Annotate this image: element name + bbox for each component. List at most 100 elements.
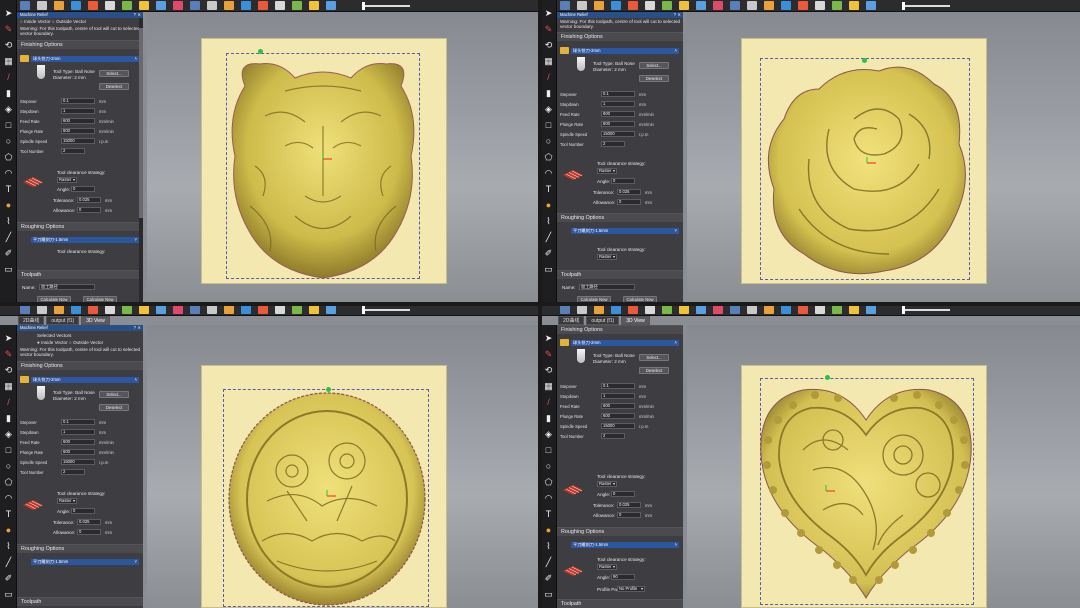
stepdown-input[interactable]: 1 xyxy=(601,393,635,399)
rectangle-icon[interactable]: □ xyxy=(3,120,14,131)
box-icon[interactable] xyxy=(781,1,791,10)
pointer-icon[interactable] xyxy=(611,305,621,314)
box-icon[interactable] xyxy=(832,1,842,10)
transform-icon[interactable]: ⟲ xyxy=(3,40,14,51)
sculpt-icon[interactable]: ◈ xyxy=(3,104,14,115)
spindle-speed-input[interactable]: 15000 xyxy=(61,459,95,465)
toolpath-header[interactable]: Toolpath xyxy=(557,270,683,279)
profile-pass-select[interactable]: No Profile xyxy=(617,586,645,592)
select-arrow-icon[interactable]: ➤ xyxy=(3,8,14,19)
move-icon[interactable] xyxy=(594,1,604,10)
zoom-slider[interactable] xyxy=(902,309,950,311)
finishing-header[interactable]: Finishing Options xyxy=(557,32,683,41)
grid-icon[interactable]: ▦ xyxy=(543,56,554,67)
feed-rate-input[interactable]: 600 xyxy=(61,439,95,445)
eraser-icon[interactable]: ▮ xyxy=(543,88,554,99)
move-icon[interactable] xyxy=(594,305,604,314)
brush-icon[interactable]: / xyxy=(3,397,14,408)
layers-icon[interactable] xyxy=(88,1,98,10)
pen-icon[interactable]: ✎ xyxy=(3,349,14,360)
finishing-tool-bar[interactable]: 球头铣刀-2mm ˄ xyxy=(31,56,139,62)
box-icon[interactable] xyxy=(730,305,740,314)
measure-icon[interactable] xyxy=(645,305,655,314)
circle-icon[interactable]: ○ xyxy=(543,461,554,472)
pentagon-icon[interactable]: ⬠ xyxy=(3,477,14,488)
arc-icon[interactable]: ◠ xyxy=(543,493,554,504)
3d-workspace[interactable] xyxy=(147,325,540,608)
spindle-speed-input[interactable]: 15000 xyxy=(601,131,635,137)
roughing-tool-bar[interactable]: 平刀雕刻刀-1.5mm ˄ xyxy=(571,542,679,548)
stepover-input[interactable]: 0.1 xyxy=(61,98,95,104)
transform-icon[interactable]: ⟲ xyxy=(543,365,554,376)
zoom-slider[interactable] xyxy=(362,309,410,311)
tool-number-input[interactable]: 2 xyxy=(61,148,85,154)
box-icon[interactable] xyxy=(207,1,217,10)
arc-icon[interactable]: ◠ xyxy=(543,168,554,179)
zoom-slider-knob[interactable] xyxy=(902,2,905,10)
text-icon[interactable]: T xyxy=(3,184,14,195)
folder-icon[interactable] xyxy=(560,339,569,346)
cube-icon[interactable] xyxy=(122,1,132,10)
circle-icon[interactable] xyxy=(849,305,859,314)
tab-3d-view[interactable]: 3D View xyxy=(81,316,110,325)
drop-icon[interactable]: ● xyxy=(3,525,14,536)
text-icon[interactable]: T xyxy=(543,184,554,195)
select-tool-button[interactable]: Select... xyxy=(99,391,129,398)
3d-workspace[interactable] xyxy=(687,325,1080,608)
brush-icon[interactable]: / xyxy=(543,72,554,83)
box-icon[interactable] xyxy=(292,1,302,10)
roughing-strategy-select[interactable]: Raster xyxy=(597,564,617,570)
drop-icon[interactable]: ● xyxy=(543,525,554,536)
diamond-icon[interactable] xyxy=(224,1,234,10)
pen2-icon[interactable]: ✐ xyxy=(3,248,14,259)
eraser-icon[interactable]: ▮ xyxy=(543,413,554,424)
arrange-icon[interactable] xyxy=(577,305,587,314)
allowance-input[interactable]: 0 xyxy=(77,207,101,213)
finishing-tool-bar[interactable]: 球头铣刀-2mm ˄ xyxy=(571,340,679,346)
help-icon[interactable]: ? xyxy=(674,12,676,18)
select-tool-button[interactable]: Select... xyxy=(639,62,669,69)
box-icon[interactable] xyxy=(173,305,183,314)
finishing-header[interactable]: Finishing Options xyxy=(17,40,143,49)
origin-handle[interactable] xyxy=(258,49,263,54)
measure-icon[interactable] xyxy=(645,1,655,10)
transform-icon[interactable]: ⟲ xyxy=(543,40,554,51)
grid-icon[interactable]: ▦ xyxy=(543,381,554,392)
angle-input[interactable]: 0 xyxy=(71,508,95,514)
feed-rate-input[interactable]: 600 xyxy=(601,111,635,117)
angle-input[interactable]: 0 xyxy=(71,186,95,192)
angle-input[interactable]: 0 xyxy=(611,491,635,497)
roughing-header[interactable]: Roughing Options xyxy=(557,213,683,222)
toolpath-header[interactable]: Toolpath xyxy=(17,270,143,279)
box-icon[interactable] xyxy=(139,305,149,314)
tab-3d-view[interactable]: 3D View xyxy=(621,316,650,325)
pipette-icon[interactable]: ⌇ xyxy=(543,216,554,227)
plunge-rate-input[interactable]: 600 xyxy=(61,449,95,455)
box-icon[interactable] xyxy=(139,1,149,10)
select-icon[interactable] xyxy=(560,1,570,10)
rectangle-icon[interactable]: □ xyxy=(3,445,14,456)
roughing-header[interactable]: Roughing Options xyxy=(557,527,683,536)
box-icon[interactable] xyxy=(207,305,217,314)
box-icon[interactable] xyxy=(781,305,791,314)
3d-workspace[interactable] xyxy=(147,12,540,304)
deselect-tool-button[interactable]: Deselect xyxy=(99,83,129,90)
drop-icon[interactable]: ● xyxy=(3,200,14,211)
stepover-input[interactable]: 0.1 xyxy=(601,383,635,389)
move-icon[interactable] xyxy=(54,305,64,314)
stepdown-input[interactable]: 1 xyxy=(601,101,635,107)
folder-icon[interactable] xyxy=(20,376,29,383)
roughing-angle-input[interactable]: 90 xyxy=(611,574,635,580)
pointer-icon[interactable] xyxy=(611,1,621,10)
pipette-icon[interactable]: ⌇ xyxy=(543,541,554,552)
diamond-icon[interactable] xyxy=(224,305,234,314)
pentagon-icon[interactable]: ⬠ xyxy=(543,477,554,488)
roughing-tool-bar[interactable]: 平刀雕刻刀-1.5mm ˅ xyxy=(571,228,679,234)
circle-icon[interactable]: ○ xyxy=(543,136,554,147)
tab-2d[interactable]: 2D曲线 xyxy=(558,316,585,325)
box-icon[interactable] xyxy=(815,1,825,10)
tab-output[interactable]: output (f1) xyxy=(586,316,620,325)
roughing-header[interactable]: Roughing Options xyxy=(17,544,143,553)
pie-icon[interactable] xyxy=(326,1,336,10)
roughing-tool-bar[interactable]: 平刀雕刻刀-1.5mm ˅ xyxy=(31,237,139,243)
